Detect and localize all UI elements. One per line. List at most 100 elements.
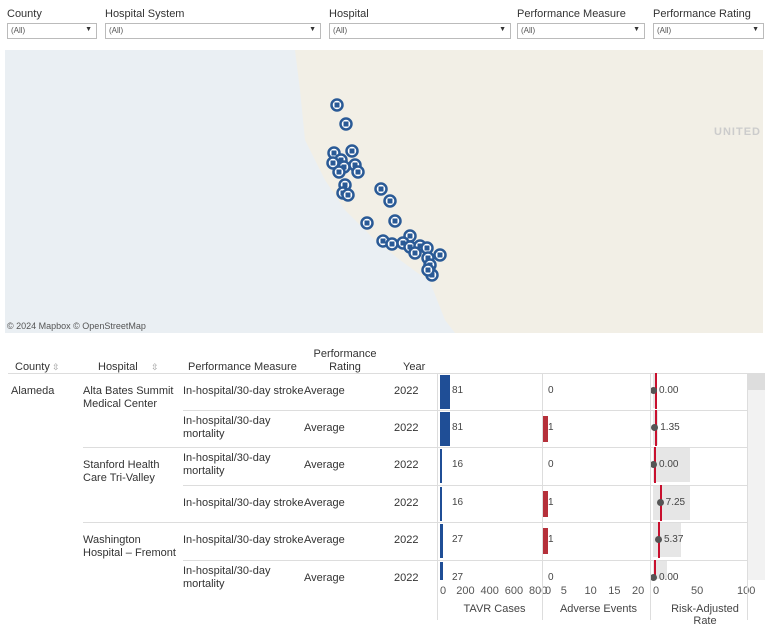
hospital-marker-icon bbox=[389, 241, 395, 247]
filter-value: (All) bbox=[521, 26, 536, 35]
hospital-marker-icon bbox=[380, 238, 386, 244]
axis-title: Adverse Events bbox=[559, 603, 638, 615]
map-canvas bbox=[295, 50, 763, 333]
rating-cell: Average bbox=[304, 534, 345, 546]
row-divider bbox=[183, 410, 748, 411]
row-divider bbox=[83, 522, 748, 523]
axis-tick: 0 bbox=[440, 585, 447, 597]
hospital-marker-icon bbox=[355, 169, 361, 175]
measure-cell: In-hospital/30-day stroke bbox=[183, 497, 304, 509]
rate-dot[interactable] bbox=[650, 574, 657, 581]
measure-cell: In-hospital/30-day mortality bbox=[183, 415, 271, 440]
map-attribution[interactable]: © 2024 Mapbox © OpenStreetMap bbox=[7, 321, 146, 331]
tavr-cases-bar[interactable] bbox=[440, 412, 450, 446]
filter-performance-measure: Performance Measure (All) ▼ bbox=[517, 8, 645, 39]
rate-dot[interactable] bbox=[650, 387, 657, 394]
axis-tick: 0 bbox=[653, 585, 660, 597]
country-label: UNITED bbox=[714, 126, 761, 138]
filter-label: Hospital bbox=[329, 8, 369, 20]
hospital-map[interactable]: UNITED © 2024 Mapbox © OpenStreetMap bbox=[5, 50, 763, 333]
adverse-events-label: 1 bbox=[548, 534, 554, 545]
rate-label: 0.00 bbox=[659, 572, 679, 583]
hospital-marker-icon bbox=[331, 150, 337, 156]
rating-cell: Average bbox=[304, 422, 345, 434]
hospital-marker-icon bbox=[412, 250, 418, 256]
dropdown-arrow-icon[interactable]: ▼ bbox=[633, 26, 640, 33]
filter-dropdown[interactable]: (All) ▼ bbox=[653, 23, 764, 39]
filter-performance-rating: Performance Rating (All) ▼ bbox=[653, 8, 764, 39]
hospital-marker-icon bbox=[345, 192, 351, 198]
hospital-marker-icon bbox=[330, 160, 336, 166]
header-divider bbox=[8, 373, 748, 374]
tavr-cases-label: 16 bbox=[452, 459, 464, 470]
year-cell: 2022 bbox=[394, 497, 419, 509]
hospital-marker-icon bbox=[343, 121, 349, 127]
hospital-marker-icon bbox=[437, 252, 443, 258]
filter-county: County (All) ▼ bbox=[7, 8, 97, 39]
rate-dot[interactable] bbox=[656, 499, 664, 506]
hospital-cell: Alta Bates Summit Medical Center bbox=[83, 385, 174, 410]
hospital-marker-icon bbox=[407, 233, 413, 239]
filter-label: Performance Measure bbox=[517, 8, 626, 20]
dropdown-arrow-icon[interactable]: ▼ bbox=[752, 26, 759, 33]
filter-hospital-system: Hospital System (All) ▼ bbox=[105, 8, 321, 39]
tavr-cases-bar[interactable] bbox=[440, 487, 442, 521]
rate-label: 0.00 bbox=[659, 459, 679, 470]
rate-label: 7.25 bbox=[665, 497, 686, 508]
measure-cell: In-hospital/30-day mortality bbox=[183, 565, 271, 590]
hospital-marker-icon bbox=[424, 245, 430, 251]
filter-dropdown[interactable]: (All) ▼ bbox=[105, 23, 321, 39]
tavr-cases-label: 27 bbox=[452, 572, 464, 583]
filter-label: Hospital System bbox=[105, 8, 185, 20]
hospital-marker-icon bbox=[392, 218, 398, 224]
hospital-cell: Stanford Health Care Tri-Valley bbox=[83, 459, 160, 484]
filter-value: (All) bbox=[11, 26, 26, 35]
adverse-events-label: 0 bbox=[548, 572, 554, 583]
rating-cell: Average bbox=[304, 385, 345, 397]
rate-dot[interactable] bbox=[654, 536, 662, 543]
filter-value: (All) bbox=[333, 26, 348, 35]
axis-tick: 0 bbox=[545, 585, 552, 597]
measure-cell: In-hospital/30-day mortality bbox=[183, 452, 271, 477]
filter-label: County bbox=[7, 8, 42, 20]
rate-label: 0.00 bbox=[659, 385, 679, 396]
hospital-marker-icon bbox=[387, 198, 393, 204]
filter-dropdown[interactable]: (All) ▼ bbox=[329, 23, 511, 39]
filter-label: Performance Rating bbox=[653, 8, 751, 20]
axis-tick: 15 bbox=[608, 585, 621, 597]
hospital-marker-icon bbox=[334, 102, 340, 108]
hospital-marker-icon bbox=[336, 169, 342, 175]
year-cell: 2022 bbox=[394, 422, 419, 434]
axis-tick: 400 bbox=[480, 585, 499, 597]
axis-tick: 600 bbox=[504, 585, 524, 597]
county-cell: Alameda bbox=[11, 385, 55, 397]
tavr-cases-bar[interactable] bbox=[440, 375, 450, 409]
axis-title: Risk-Adjusted Rate bbox=[671, 603, 739, 627]
filter-dropdown[interactable]: (All) ▼ bbox=[7, 23, 97, 39]
dropdown-arrow-icon[interactable]: ▼ bbox=[85, 26, 92, 33]
rate-label: 1.35 bbox=[660, 422, 680, 433]
rate-dot[interactable] bbox=[650, 461, 657, 468]
tavr-cases-bar[interactable] bbox=[440, 449, 442, 483]
rating-cell: Average bbox=[304, 497, 345, 509]
axis-divider bbox=[650, 373, 651, 620]
filter-value: (All) bbox=[109, 26, 124, 35]
axis-tick: 5 bbox=[560, 585, 567, 597]
adverse-events-label: 0 bbox=[548, 385, 554, 396]
scrollbar-thumb[interactable] bbox=[748, 373, 765, 390]
filter-dropdown[interactable]: (All) ▼ bbox=[517, 23, 645, 39]
rating-cell: Average bbox=[304, 459, 345, 471]
adverse-events-label: 1 bbox=[548, 422, 554, 433]
tavr-cases-bar[interactable] bbox=[440, 524, 444, 558]
rating-cell: Average bbox=[304, 572, 345, 584]
vertical-scrollbar[interactable] bbox=[748, 373, 765, 580]
dropdown-arrow-icon[interactable]: ▼ bbox=[309, 26, 316, 33]
tavr-cases-bar[interactable] bbox=[440, 562, 444, 580]
year-cell: 2022 bbox=[394, 534, 419, 546]
axis-tick: 50 bbox=[691, 585, 704, 597]
tavr-cases-label: 27 bbox=[452, 534, 464, 545]
tavr-cases-label: 16 bbox=[452, 497, 464, 508]
axis-divider bbox=[437, 373, 438, 620]
adverse-events-label: 1 bbox=[548, 497, 554, 508]
dropdown-arrow-icon[interactable]: ▼ bbox=[499, 26, 506, 33]
